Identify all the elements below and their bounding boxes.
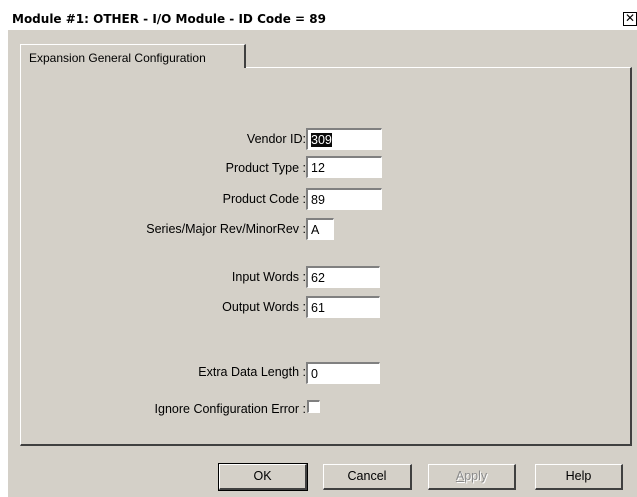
tab-panel <box>20 67 632 446</box>
tab-expansion-general-configuration[interactable]: Expansion General Configuration <box>20 44 246 68</box>
cancel-button[interactable]: Cancel <box>323 464 412 490</box>
module-config-dialog: Module #1: OTHER - I/O Module - ID Code … <box>8 8 637 497</box>
product-type-field[interactable]: 12 <box>306 156 382 178</box>
input-words-field[interactable]: 62 <box>306 266 380 288</box>
output-words-label: Output Words : <box>222 300 306 314</box>
output-words-field[interactable]: 61 <box>306 296 380 318</box>
ok-button[interactable]: OK <box>218 463 308 491</box>
vendor-id-field[interactable]: 309 <box>306 128 382 150</box>
extra-data-length-field[interactable]: 0 <box>306 362 380 384</box>
series-rev-label: Series/Major Rev/MinorRev : <box>146 222 306 236</box>
product-code-field[interactable]: 89 <box>306 188 382 210</box>
apply-button[interactable]: Apply <box>428 464 516 490</box>
help-button[interactable]: Help <box>535 464 623 490</box>
ignore-config-error-label: Ignore Configuration Error : <box>154 402 306 416</box>
extra-data-length-label: Extra Data Length : <box>198 365 306 379</box>
title-bar: Module #1: OTHER - I/O Module - ID Code … <box>8 8 637 30</box>
ignore-config-error-checkbox[interactable] <box>307 400 320 413</box>
product-type-label: Product Type : <box>225 161 306 175</box>
window-title: Module #1: OTHER - I/O Module - ID Code … <box>12 12 326 26</box>
series-rev-field[interactable]: A <box>306 218 334 240</box>
input-words-label: Input Words : <box>231 270 306 284</box>
product-code-label: Product Code : <box>222 192 306 206</box>
close-icon[interactable]: ✕ <box>623 12 637 26</box>
vendor-id-label: Vendor ID: <box>246 132 306 146</box>
